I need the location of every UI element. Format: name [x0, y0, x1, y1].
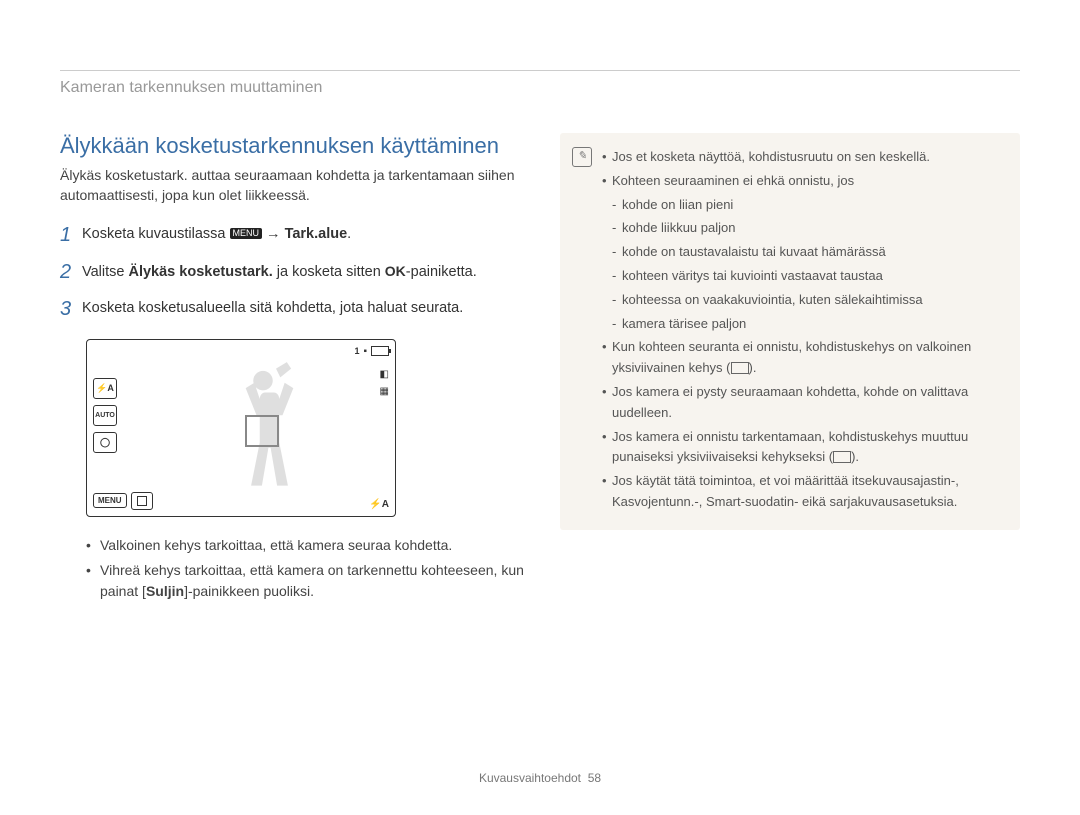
frame-icon	[731, 362, 749, 374]
text: -painiketta.	[406, 264, 477, 280]
flash-icon: ⚡A	[93, 378, 117, 399]
bold-text: Älykäs kosketustark.	[128, 264, 272, 280]
menu-icon: MENU	[230, 228, 263, 239]
note-icon: ✎	[572, 147, 592, 167]
bold-text: Suljin	[146, 583, 184, 599]
note-item: Jos kamera ei onnistu tarkentamaan, kohd…	[602, 427, 1004, 469]
note-subitem: kamera tärisee paljon	[602, 314, 1004, 335]
note-item: Jos käytät tätä toimintoa, et voi määrit…	[602, 471, 1004, 513]
footer-label: Kuvausvaihtoehdot	[479, 771, 581, 785]
step-1: 1 Kosketa kuvaustilassa MENU → Tark.alue…	[60, 224, 530, 247]
count: 1	[354, 346, 359, 356]
screenshot-bottom: MENU	[93, 492, 153, 510]
note-subitem: kohde on taustavalaistu tai kuvaat hämär…	[602, 242, 1004, 263]
text: Jos kamera ei onnistu tarkentamaan, kohd…	[612, 429, 968, 465]
bullet-dot: •	[86, 535, 100, 556]
right-column: ✎ Jos et kosketa näyttöä, kohdistusruutu…	[560, 133, 1020, 606]
text: ja kosketa sitten	[273, 264, 385, 280]
playback-button	[131, 492, 153, 510]
text: Valitse	[82, 264, 128, 280]
page-number: 58	[588, 771, 601, 785]
text: ]-painikkeen puoliksi.	[184, 583, 314, 599]
bullet-text: Vihreä kehys tarkoittaa, että kamera on …	[100, 560, 530, 602]
auto-icon: AUTO	[93, 405, 117, 426]
text: .	[347, 226, 351, 242]
note-box: ✎ Jos et kosketa näyttöä, kohdistusruutu…	[560, 133, 1020, 530]
arrow: →	[262, 226, 285, 242]
bold-text: Tark.alue	[285, 226, 348, 242]
screenshot-top-right: 1 ▪	[354, 346, 389, 357]
note-subitem: kohde on liian pieni	[602, 195, 1004, 216]
frame-icon	[833, 451, 851, 463]
timer-icon: ◯	[93, 432, 117, 453]
intro-text: Älykäs kosketustark. auttaa seuraamaan k…	[60, 165, 530, 206]
note-item: Kun kohteen seuranta ei onnistu, kohdist…	[602, 337, 1004, 379]
left-bullets: • Valkoinen kehys tarkoittaa, että kamer…	[86, 535, 530, 602]
sd-icon: ▪	[363, 346, 367, 357]
text: ).	[851, 449, 859, 464]
note-item: Kohteen seuraaminen ei ehkä onnistu, jos	[602, 171, 1004, 192]
step-3: 3 Kosketa kosketusalueella sitä kohdetta…	[60, 298, 530, 321]
note-subitem: kohteen väritys tai kuviointi vastaavat …	[602, 266, 1004, 287]
note-list: Jos et kosketa näyttöä, kohdistusruutu o…	[602, 147, 1004, 513]
bullet-dot: •	[86, 560, 100, 602]
note-subitem: kohteessa on vaakakuviointia, kuten säle…	[602, 290, 1004, 311]
menu-button: MENU	[93, 493, 127, 508]
note-item: Jos et kosketa näyttöä, kohdistusruutu o…	[602, 147, 1004, 168]
step-number: 2	[60, 261, 82, 284]
screenshot-left-icons: ⚡A AUTO ◯	[93, 378, 123, 459]
section-title: Älykkään kosketustarkennuksen käyttämine…	[60, 133, 530, 159]
focus-frame	[245, 415, 279, 447]
camera-screenshot: 1 ▪ ◧▦ ⚡A AUTO ◯ MENU	[86, 339, 396, 517]
step-number: 3	[60, 298, 82, 321]
bullet-item: • Vihreä kehys tarkoittaa, että kamera o…	[86, 560, 530, 602]
battery-icon	[371, 346, 389, 356]
text: Kosketa kuvaustilassa	[82, 226, 230, 242]
ok-icon: OK	[385, 261, 406, 281]
note-subitem: kohde liikkuu paljon	[602, 218, 1004, 239]
step-text: Kosketa kuvaustilassa MENU → Tark.alue.	[82, 224, 351, 247]
steps-list: 1 Kosketa kuvaustilassa MENU → Tark.alue…	[60, 224, 530, 321]
screenshot-right-icons: ◧▦	[380, 366, 389, 400]
screenshot-br-label: ⚡A	[369, 499, 389, 510]
note-item: Jos kamera ei pysty seuraamaan kohdetta,…	[602, 382, 1004, 424]
content-columns: Älykkään kosketustarkennuksen käyttämine…	[60, 133, 1020, 606]
page: Kameran tarkennuksen muuttaminen Älykkää…	[0, 0, 1080, 815]
text: ).	[749, 360, 757, 375]
step-number: 1	[60, 224, 82, 247]
left-column: Älykkään kosketustarkennuksen käyttämine…	[60, 133, 530, 606]
text: Kun kohteen seuranta ei onnistu, kohdist…	[612, 339, 971, 375]
step-text: Kosketa kosketusalueella sitä kohdetta, …	[82, 298, 463, 321]
footer: Kuvausvaihtoehdot 58	[0, 771, 1080, 785]
step-text: Valitse Älykäs kosketustark. ja kosketa …	[82, 261, 477, 284]
header-breadcrumb: Kameran tarkennuksen muuttaminen	[60, 70, 1020, 97]
bullet-text: Valkoinen kehys tarkoittaa, että kamera …	[100, 535, 452, 556]
step-2: 2 Valitse Älykäs kosketustark. ja kosket…	[60, 261, 530, 284]
bullet-item: • Valkoinen kehys tarkoittaa, että kamer…	[86, 535, 530, 556]
